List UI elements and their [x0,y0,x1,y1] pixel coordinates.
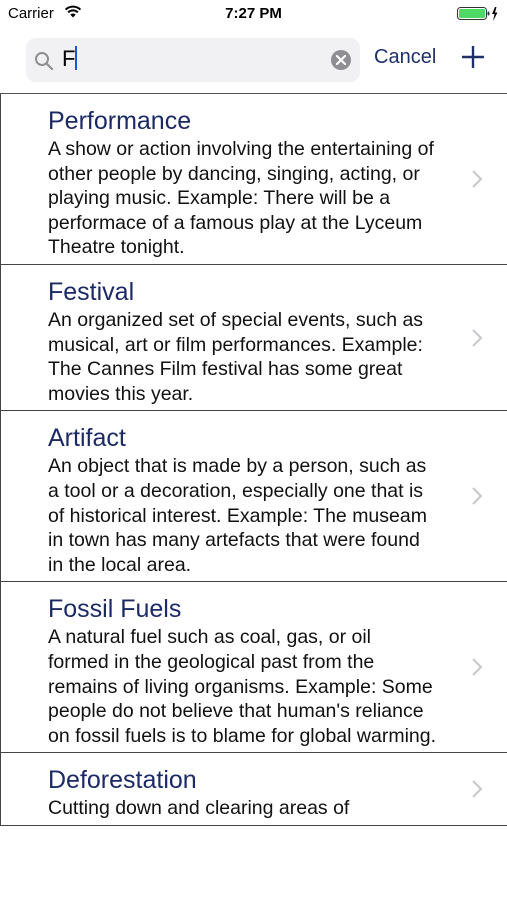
list-item[interactable]: Performance A show or action involving t… [0,94,507,265]
list-item[interactable]: Festival An organized set of special eve… [0,264,507,412]
word-definition: Cutting down and clearing areas of [48,797,350,820]
clock: 7:27 PM [225,5,282,22]
status-bar: Carrier 7:27 PM [0,0,507,28]
chevron-right-icon [471,657,483,682]
cancel-button[interactable]: Cancel [374,46,436,69]
word-title: Artifact [48,424,126,453]
word-title: Deforestation [48,766,197,795]
word-title: Fossil Fuels [48,595,182,624]
text-cursor [75,46,78,70]
chevron-right-icon [471,169,483,194]
word-definition: A show or action involving the entertain… [48,138,434,259]
chevron-right-icon [471,779,483,804]
list-item[interactable]: Deforestation Cutting down and clearing … [0,753,507,826]
clear-icon[interactable] [330,49,352,76]
word-title: Festival [48,277,135,306]
search-icon [34,51,54,76]
word-definition: An organized set of special events, such… [48,308,424,405]
search-field[interactable]: F [26,38,360,82]
list-item[interactable]: Fossil Fuels A natural fuel such as coal… [0,582,507,754]
battery-icon [457,6,499,27]
search-input[interactable]: F [62,46,78,72]
add-icon[interactable] [460,44,486,75]
word-title: Performance [48,107,192,135]
list-item[interactable]: Artifact An object that is made by a per… [0,411,507,583]
chevron-right-icon [471,486,483,511]
word-list: Performance A show or action involving t… [0,93,507,901]
chevron-right-icon [471,328,483,353]
word-definition: An object that is made by a person, such… [48,455,427,576]
word-definition: A natural fuel such as coal, gas, or oil… [48,626,437,747]
